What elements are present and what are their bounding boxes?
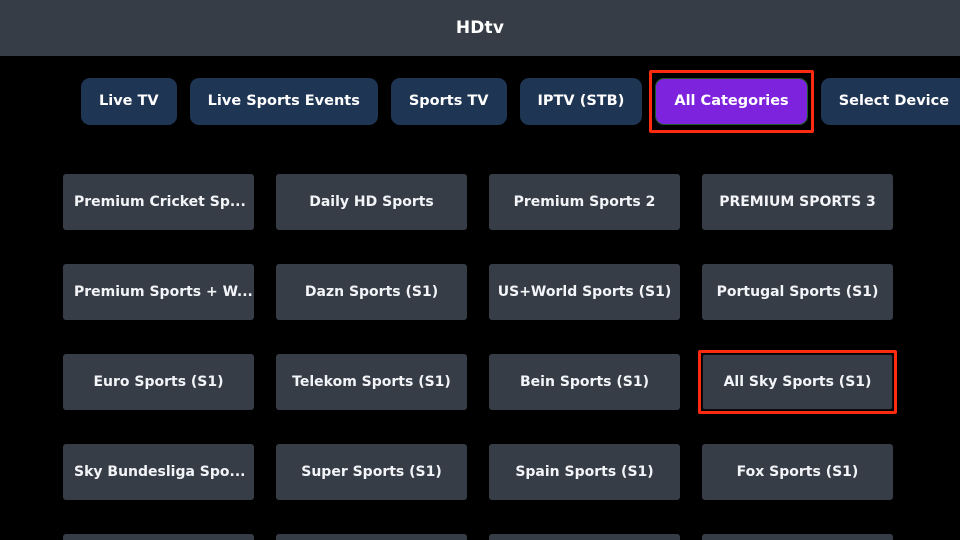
grid-cell-15: Fox Sports (S1) <box>702 444 893 500</box>
nav-button-sports-tv[interactable]: Sports TV <box>390 78 507 125</box>
category-card-empty-17[interactable] <box>276 534 467 540</box>
nav-button-live-tv[interactable]: Live TV <box>81 78 177 125</box>
grid-cell-0: Premium Cricket Sp... <box>63 174 254 230</box>
category-card-dazn-sports-s1[interactable]: Dazn Sports (S1) <box>276 264 467 320</box>
category-card-premium-sports-2[interactable]: Premium Sports 2 <box>489 174 680 230</box>
nav-button-iptv-stb[interactable]: IPTV (STB) <box>519 78 643 125</box>
grid-cell-12: Sky Bundesliga Spo... <box>63 444 254 500</box>
grid-cell-7: Portugal Sports (S1) <box>702 264 893 320</box>
grid-cell-18 <box>489 534 680 540</box>
category-card-euro-sports-s1[interactable]: Euro Sports (S1) <box>63 354 254 410</box>
grid-cell-4: Premium Sports + W... <box>63 264 254 320</box>
nav-button-live-sports-events[interactable]: Live Sports Events <box>189 78 378 125</box>
nav-button-select-device[interactable]: Select Device <box>820 78 960 125</box>
app-root: HDtv Live TV Live Sports Events Sports TV I… <box>0 0 960 540</box>
grid-cell-10: Bein Sports (S1) <box>489 354 680 410</box>
category-card-sky-bundesliga-spo[interactable]: Sky Bundesliga Spo... <box>63 444 254 500</box>
nav-slot-1: Live Sports Events <box>189 78 378 125</box>
page-title: HDtv <box>455 17 505 38</box>
category-card-bein-sports-s1[interactable]: Bein Sports (S1) <box>489 354 680 410</box>
grid-cell-2: Premium Sports 2 <box>489 174 680 230</box>
channel-category-grid: Premium Cricket Sp... Daily HD Sports Prem… <box>63 174 897 540</box>
category-card-premium-sports-w[interactable]: Premium Sports + W... <box>63 264 254 320</box>
grid-cell-11: All Sky Sports (S1) <box>698 350 897 414</box>
app-header: HDtv <box>0 0 960 56</box>
grid-cell-1: Daily HD Sports <box>276 174 467 230</box>
grid-cell-8: Euro Sports (S1) <box>63 354 254 410</box>
grid-cell-3: PREMIUM SPORTS 3 <box>702 174 893 230</box>
category-card-portugal-sports-s1[interactable]: Portugal Sports (S1) <box>702 264 893 320</box>
category-card-spain-sports-s1[interactable]: Spain Sports (S1) <box>489 444 680 500</box>
nav-slot-4: All Categories <box>649 70 815 133</box>
grid-cell-16 <box>63 534 254 540</box>
category-card-empty-18[interactable] <box>489 534 680 540</box>
category-nav-bar: Live TV Live Sports Events Sports TV IPTV (… <box>81 70 960 133</box>
nav-slot-2: Sports TV <box>390 78 507 125</box>
nav-slot-5: Select Device <box>820 78 960 125</box>
category-card-empty-19[interactable] <box>702 534 893 540</box>
grid-cell-19 <box>702 534 893 540</box>
grid-cell-14: Spain Sports (S1) <box>489 444 680 500</box>
category-card-fox-sports-s1[interactable]: Fox Sports (S1) <box>702 444 893 500</box>
grid-cell-5: Dazn Sports (S1) <box>276 264 467 320</box>
category-card-premium-cricket-sp[interactable]: Premium Cricket Sp... <box>63 174 254 230</box>
grid-cell-17 <box>276 534 467 540</box>
category-card-all-sky-sports-s1[interactable]: All Sky Sports (S1) <box>702 354 893 410</box>
category-card-daily-hd-sports[interactable]: Daily HD Sports <box>276 174 467 230</box>
grid-cell-13: Super Sports (S1) <box>276 444 467 500</box>
grid-cell-6: US+World Sports (S1) <box>489 264 680 320</box>
nav-button-all-categories[interactable]: All Categories <box>655 78 808 125</box>
category-card-premium-sports-3[interactable]: PREMIUM SPORTS 3 <box>702 174 893 230</box>
category-card-us-world-sports-s1[interactable]: US+World Sports (S1) <box>489 264 680 320</box>
nav-slot-0: Live TV <box>81 78 177 125</box>
grid-cell-9: Telekom Sports (S1) <box>276 354 467 410</box>
category-card-empty-16[interactable] <box>63 534 254 540</box>
nav-slot-3: IPTV (STB) <box>519 78 643 125</box>
category-card-super-sports-s1[interactable]: Super Sports (S1) <box>276 444 467 500</box>
category-card-telekom-sports-s1[interactable]: Telekom Sports (S1) <box>276 354 467 410</box>
